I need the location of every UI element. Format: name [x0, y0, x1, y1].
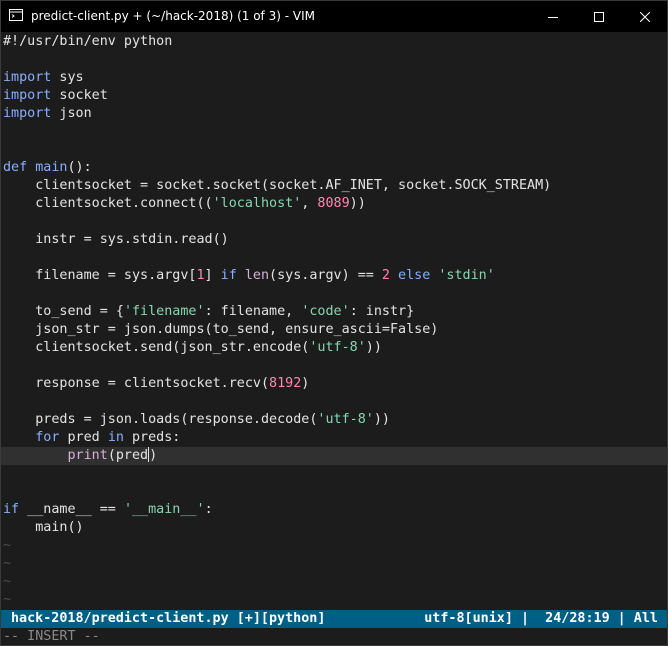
status-file-info: hack-2018/predict-client.py [+][python] [11, 611, 326, 626]
code-line-5: import json [3, 106, 92, 121]
code-line-16: to_send = {'filename': filename, 'code':… [3, 304, 415, 319]
window-title: predict-client.py + (~/hack-2018) (1 of … [31, 9, 315, 23]
code-line-9: clientsocket = socket.socket(socket.AF_I… [3, 178, 552, 193]
maximize-icon [594, 11, 604, 22]
maximize-button[interactable] [576, 1, 622, 32]
code-line-14: filename = sys.argv[1] if len(sys.argv) … [3, 268, 495, 283]
code-line-12: instr = sys.stdin.read() [3, 232, 229, 247]
mode-indicator: -- INSERT -- [3, 629, 100, 644]
status-line: hack-2018/predict-client.py [+][python] … [1, 610, 667, 628]
empty-line-marker: ~ [3, 574, 12, 589]
code-line-3: import sys [3, 70, 84, 85]
minimize-icon [548, 16, 558, 18]
code-line-28: main() [3, 520, 84, 535]
close-button[interactable] [622, 1, 667, 32]
vim-terminal-icon [9, 9, 23, 21]
empty-line-marker: ~ [3, 592, 12, 607]
title-bar[interactable]: predict-client.py + (~/hack-2018) (1 of … [1, 1, 667, 32]
code-line-8: def main(): [3, 160, 92, 175]
text-editor-area[interactable]: #!/usr/bin/env python import sys import … [1, 32, 667, 610]
empty-line-marker: ~ [3, 538, 12, 553]
code-line-10: clientsocket.connect(('localhost', 8089)… [3, 196, 366, 211]
status-position-info: utf-8[unix] | 24/28:19 | All [424, 611, 658, 626]
empty-line-marker: ~ [3, 556, 12, 571]
minimize-button[interactable] [530, 1, 576, 32]
text-cursor [148, 447, 150, 462]
code-line-17: json_str = json.dumps(to_send, ensure_as… [3, 322, 439, 337]
code-line-22: preds = json.loads(response.decode('utf-… [3, 412, 390, 427]
code-line-23: for pred in preds: [35, 430, 181, 445]
code-line-4: import socket [3, 88, 108, 103]
code-line-24-cursorline: print(pred) [1, 447, 667, 465]
code-line-1: #!/usr/bin/env python [3, 34, 173, 49]
code-line-18: clientsocket.send(json_str.encode('utf-8… [3, 340, 382, 355]
close-icon [640, 11, 650, 22]
code-line-27: if __name__ == '__main__': [3, 502, 213, 517]
command-line[interactable]: -- INSERT -- [1, 628, 667, 645]
code-line-20: response = clientsocket.recv(8192) [3, 376, 310, 391]
vim-window: predict-client.py + (~/hack-2018) (1 of … [0, 0, 668, 646]
